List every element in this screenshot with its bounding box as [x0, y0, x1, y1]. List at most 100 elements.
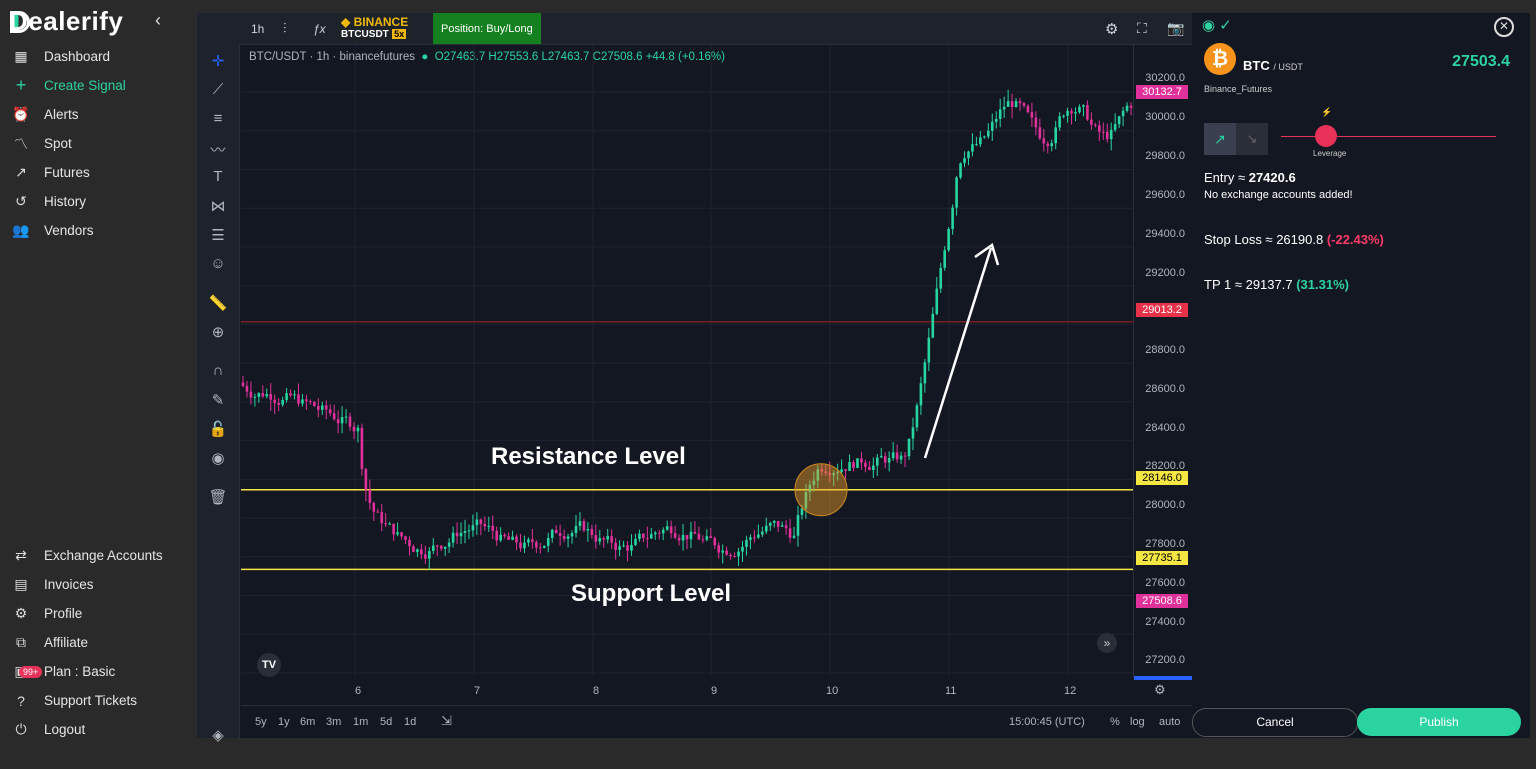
sidebar-item-label: Futures — [44, 165, 90, 180]
eye-icon[interactable]: ◉ — [197, 449, 239, 467]
leverage-slider[interactable] — [1281, 136, 1496, 137]
sidebar-item-dashboard[interactable]: ▦ Dashboard — [12, 42, 126, 71]
sidebar-item-support-tickets[interactable]: ? Support Tickets — [12, 686, 163, 715]
pattern-icon[interactable]: 〰 — [197, 139, 239, 160]
candle-body — [606, 535, 610, 540]
percent-scale-toggle[interactable]: % — [1110, 716, 1120, 728]
brand-logo[interactable]: Dealerify — [9, 6, 123, 37]
candle-type-icon[interactable]: ⫶ — [283, 13, 287, 44]
candle-body — [753, 537, 756, 539]
date-range-icon[interactable]: ⇲ — [441, 713, 452, 729]
sidebar-item-affiliate[interactable]: ⧉ Affiliate — [12, 628, 163, 657]
publish-button[interactable]: Publish — [1357, 708, 1521, 736]
ruler-lines-icon[interactable]: ☰ — [197, 226, 239, 244]
lock-icon[interactable]: 🔓 — [197, 420, 239, 438]
verified-icon[interactable]: ✓ — [1219, 17, 1232, 34]
leverage-slider-handle[interactable] — [1315, 125, 1337, 147]
sidebar-item-exchange-accounts[interactable]: ⇄ Exchange Accounts — [12, 541, 162, 570]
range-1d[interactable]: 1d — [404, 716, 416, 728]
candle-body — [253, 396, 257, 398]
layers-icon[interactable]: ◈ — [197, 726, 239, 744]
utc-clock[interactable]: 15:00:45 (UTC) — [1009, 716, 1085, 728]
exchange-icon: ⇄ — [15, 547, 27, 563]
candle-body — [661, 529, 665, 534]
trend-line-icon[interactable]: ⟋ — [197, 81, 239, 98]
candle-body — [911, 427, 915, 439]
close-icon[interactable]: ✕ — [1494, 17, 1514, 37]
range-5d[interactable]: 5d — [380, 716, 392, 728]
candle-body — [677, 537, 681, 541]
log-scale-toggle[interactable]: log — [1130, 716, 1145, 728]
text-tool-icon[interactable]: T — [197, 168, 239, 185]
auto-scale-toggle[interactable]: auto — [1159, 716, 1180, 728]
candle-body — [1042, 138, 1046, 144]
candle-body — [463, 531, 467, 533]
candle-body — [328, 409, 332, 414]
settings-gear-icon[interactable]: ⚙ — [1105, 13, 1118, 44]
candle-body — [986, 130, 990, 137]
trend-arrow — [923, 247, 993, 459]
lock-drawing-icon[interactable]: ✎ — [197, 391, 239, 409]
sidebar-item-label: Support Tickets — [44, 693, 138, 708]
candle-body — [515, 536, 518, 543]
direction-toggle: ↗ ↘ — [1204, 123, 1268, 155]
candle-body — [570, 533, 574, 537]
candle-body — [939, 267, 943, 289]
measure-icon[interactable]: 📏 — [197, 294, 239, 312]
candle-body — [249, 391, 253, 398]
sidebar-item-futures[interactable]: ↗ Futures — [12, 158, 126, 187]
price-axis[interactable]: 30200.0 30000.0 29800.0 29600.0 29400.0 … — [1133, 45, 1193, 680]
candle-body — [1026, 105, 1030, 113]
range-6m[interactable]: 6m — [300, 716, 315, 728]
zoom-in-icon[interactable]: ⊕ — [197, 323, 239, 341]
range-5y[interactable]: 5y — [255, 716, 267, 728]
users-icon: 👥 — [12, 222, 30, 238]
candle-body — [788, 528, 792, 538]
sidebar-item-alerts[interactable]: ⏰ Alerts — [12, 100, 126, 129]
sidebar-item-history[interactable]: ↺ History — [12, 187, 126, 216]
sidebar-item-invoices[interactable]: ▤ Invoices — [12, 570, 163, 599]
pattern-tool-icon[interactable]: ⋈ — [197, 197, 239, 215]
sidebar-item-create-signal[interactable]: + Create Signal — [12, 71, 126, 100]
time-axis[interactable]: 6 7 8 9 10 11 12 ⚙ — [241, 677, 1166, 705]
candle-body — [439, 545, 443, 549]
candle-body — [1070, 110, 1073, 114]
trash-icon[interactable]: 🗑 — [197, 488, 239, 506]
candle-body — [285, 393, 288, 400]
horizontal-lines-icon[interactable]: ≡ — [197, 110, 239, 127]
tradingview-logo-icon[interactable]: TV — [257, 653, 281, 677]
symbol-base: BTC — [1243, 58, 1270, 73]
range-3m[interactable]: 3m — [326, 716, 341, 728]
magnet-icon[interactable]: ∩ — [197, 362, 239, 379]
sidebar-item-logout[interactable]: ⏻ Logout — [12, 715, 163, 744]
indicators-icon[interactable]: ƒx — [313, 13, 326, 44]
range-1y[interactable]: 1y — [278, 716, 290, 728]
candle-body — [1125, 105, 1129, 111]
interval-button[interactable]: 1h — [251, 13, 264, 44]
candle-body — [336, 419, 340, 424]
chart-canvas[interactable]: Resistance Level Support Level TV » — [241, 45, 1133, 677]
axis-settings-icon[interactable]: ⚙ — [1154, 682, 1166, 698]
panel-actions: ◉ ✓ — [1202, 16, 1232, 34]
sidebar-item-spot[interactable]: 〽 Spot — [12, 129, 126, 158]
camera-icon[interactable]: 📷 — [1167, 13, 1184, 44]
collapse-sidebar-icon[interactable]: ‹ — [155, 10, 161, 31]
range-1m[interactable]: 1m — [353, 716, 368, 728]
sidebar-item-vendors[interactable]: 👥 Vendors — [12, 216, 126, 245]
crosshair-icon[interactable]: ✛ — [197, 52, 239, 70]
sidebar-item-plan[interactable]: ▣99+Plan : Basic — [12, 657, 163, 686]
candle-body — [491, 525, 495, 531]
eye-icon[interactable]: ◉ — [1202, 17, 1215, 34]
cancel-button[interactable]: Cancel — [1192, 708, 1358, 737]
candle-body — [1098, 125, 1101, 132]
emoji-icon[interactable]: ☺ — [197, 255, 239, 272]
scroll-right-icon[interactable]: » — [1097, 633, 1117, 653]
candle-body — [404, 536, 407, 540]
long-trend-icon[interactable]: ↗ — [1204, 123, 1236, 155]
fullscreen-icon[interactable]: ⛶ — [1137, 13, 1147, 44]
short-trend-icon[interactable]: ↘ — [1236, 123, 1268, 155]
sidebar-item-label: Vendors — [44, 223, 94, 238]
candle-body — [1101, 131, 1105, 133]
candle-body — [527, 539, 530, 543]
sidebar-item-profile[interactable]: ⚙ Profile — [12, 599, 163, 628]
